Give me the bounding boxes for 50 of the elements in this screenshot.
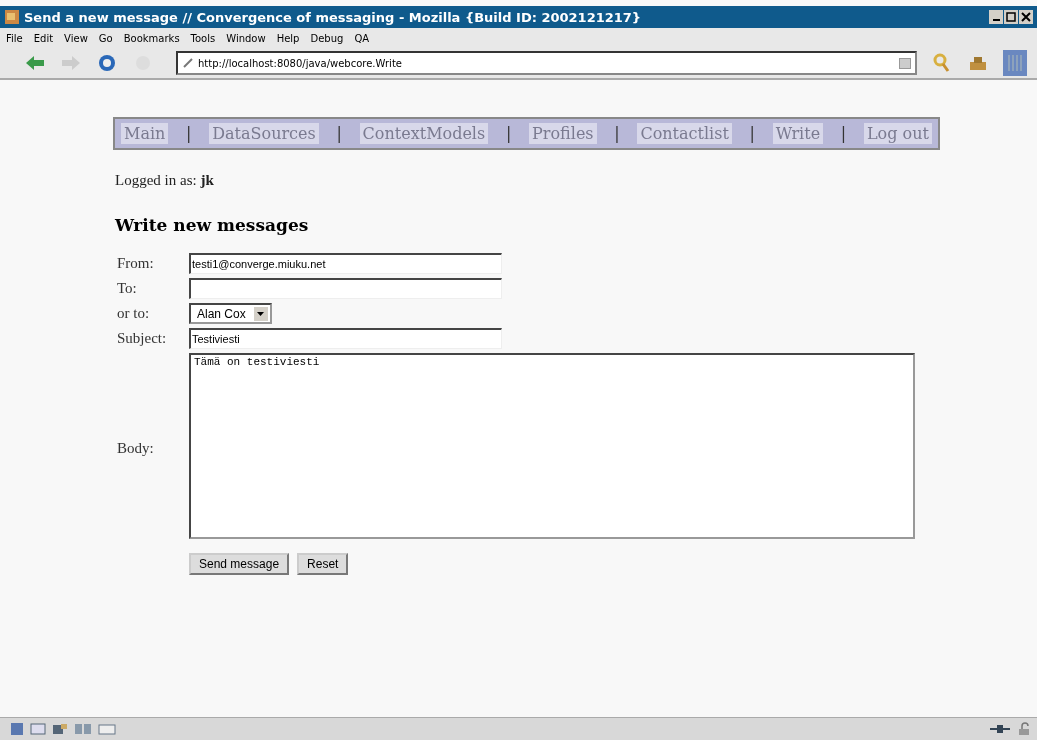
navigator-icon[interactable] (10, 722, 24, 736)
menu-item[interactable]: Bookmarks (123, 32, 180, 44)
menu-item[interactable]: Debug (310, 32, 344, 44)
menu-item[interactable]: Help (276, 32, 300, 44)
text-field[interactable]: Testiviesti (189, 328, 502, 349)
nav-divider: | (840, 124, 847, 143)
menu-item[interactable]: Window (226, 32, 266, 44)
text-field[interactable] (189, 278, 502, 299)
connection-icon (989, 722, 1011, 736)
menu-item[interactable]: Tools (190, 32, 216, 44)
close-button[interactable] (1019, 10, 1033, 24)
field-label: Subject: (116, 330, 168, 347)
login-status: Logged in as: jk (115, 172, 215, 189)
field-label: or to: (116, 305, 151, 322)
nav-divider: | (186, 124, 192, 143)
maximize-button[interactable] (1004, 10, 1018, 24)
mail-icon[interactable] (30, 722, 46, 736)
throbber-icon (1003, 50, 1027, 76)
menu-item[interactable]: Edit (33, 32, 54, 44)
message-body-field[interactable]: Tämä on testiviesti (189, 353, 915, 539)
chat-icon[interactable] (74, 722, 92, 736)
page-heading: Write new messages (115, 215, 310, 235)
maximize-icon (1006, 12, 1016, 22)
app-icon (4, 9, 20, 25)
field-label: To: (116, 280, 138, 297)
field-label: Body: (116, 439, 155, 457)
menu-item[interactable]: File (6, 32, 23, 44)
minimize-icon (992, 19, 1000, 21)
reload-icon[interactable] (96, 53, 118, 73)
menu-item[interactable]: Go (98, 32, 113, 44)
address-field[interactable]: http://localhost:8080/java/webcore.Write (176, 51, 917, 75)
dropdown-arrow-icon (257, 311, 265, 316)
close-icon (1021, 12, 1031, 22)
menu-item[interactable]: View (64, 32, 88, 44)
composer-icon[interactable] (52, 722, 68, 736)
recipient-dropdown[interactable]: Alan Cox (189, 303, 272, 324)
text-field[interactable]: testi1@converge.miuku.net (189, 253, 502, 274)
form-button[interactable]: Reset (297, 553, 349, 575)
back-icon[interactable] (24, 54, 46, 72)
minimize-button[interactable] (989, 10, 1003, 24)
window-title: Send a new message // Convergence of messaging - Mozilla {Build ID: 2002121217} (24, 9, 642, 25)
nav-divider: | (749, 124, 755, 143)
form-button[interactable]: Send message (189, 553, 290, 575)
nav-divider: | (336, 124, 342, 143)
address-book-icon[interactable] (98, 722, 116, 736)
menu-item[interactable]: QA (354, 32, 370, 44)
nav-divider: | (505, 124, 512, 143)
field-label: From: (116, 255, 155, 272)
nav-divider: | (614, 124, 620, 143)
lock-icon (1017, 722, 1031, 736)
